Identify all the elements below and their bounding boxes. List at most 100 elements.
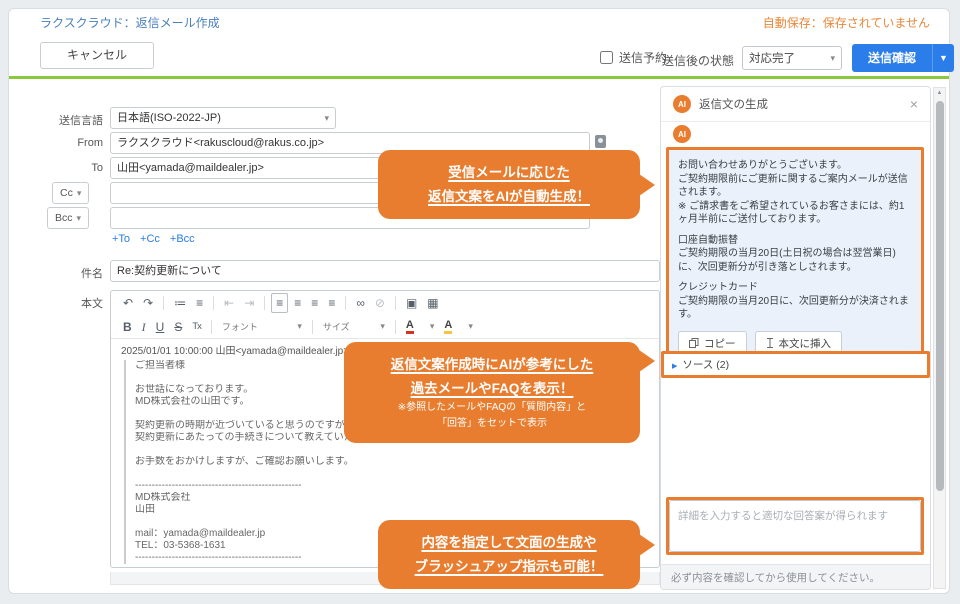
callout-note-line: ※参照したメールやFAQの「質問内容」と [352, 400, 632, 416]
outdent-icon[interactable]: ⇤ [220, 294, 238, 312]
caret-down-icon [324, 108, 329, 128]
scroll-up-icon[interactable]: ▲ [934, 90, 945, 96]
ai-reply-message: お問い合わせありがとうございます。ご契約期限前にご更新に関するご案内メールが送信… [669, 150, 921, 364]
send-confirm-split-button[interactable]: 送信確認 ▼ [852, 44, 954, 72]
callout-line: 返信文案をAIが自動生成！ [386, 185, 632, 209]
status-after-send-label: 送信後の状態 [662, 52, 734, 69]
language-label: 送信言語 [39, 112, 103, 128]
from-label: From [39, 137, 103, 149]
ai-prompt-input[interactable] [669, 500, 921, 552]
background-color-button[interactable]: A [440, 320, 476, 334]
ai-reply-text: お問い合わせありがとうございます。ご契約期限前にご更新に関するご案内メールが送信… [678, 159, 912, 322]
bold-button[interactable]: B [119, 318, 136, 336]
close-icon[interactable] [910, 97, 918, 111]
clear-format-button[interactable]: Tx [188, 318, 205, 336]
callout-pointer [639, 534, 655, 556]
ai-reply-line [678, 274, 912, 281]
language-value: 日本語(ISO-2022-JP) [117, 108, 221, 128]
cancel-button[interactable]: キャンセル [40, 42, 154, 69]
scrollbar[interactable]: ▲ [933, 87, 946, 589]
indent-icon[interactable]: ⇥ [240, 294, 258, 312]
caret-down-icon [77, 212, 82, 224]
callout-line: 受信メールに応じた [386, 161, 632, 185]
font-size-select[interactable]: サイズ [319, 320, 389, 333]
callout-text: 受信メールに応じた返信文案をAIが自動生成！ [386, 161, 632, 208]
ai-reply-line: 口座自動振替 [678, 234, 912, 248]
ordered-list-icon[interactable]: ≔ [170, 294, 190, 312]
callout-line: ブラッシュアップ指示も可能！ [386, 555, 632, 579]
toolbar-icon[interactable] [395, 296, 396, 310]
strike-button[interactable]: S [170, 318, 186, 336]
callout-auto-generate: 受信メールに応じた返信文案をAIが自動生成！ [378, 150, 640, 219]
ai-panel-title: 返信文の生成 [699, 96, 768, 112]
quoted-line: ----------------------------------------… [135, 480, 649, 492]
compose-window: ラクスクラウド：返信メール作成 自動保存：保存されていません キャンセル 送信予… [0, 0, 960, 604]
unlink-icon[interactable]: ⊘ [371, 294, 389, 312]
image-icon[interactable]: ▣ [402, 294, 421, 312]
text-color-button[interactable]: A [402, 320, 438, 334]
callout-pointer [639, 174, 655, 196]
justify-icon[interactable]: ≡ [324, 294, 339, 312]
link-icon[interactable]: ∞ [352, 294, 369, 312]
italic-button[interactable]: I [138, 318, 150, 336]
ai-badge-icon: AI [673, 95, 691, 113]
sources-toggle[interactable]: ソース (2) [664, 354, 927, 375]
redo-icon[interactable]: ↷ [139, 294, 157, 312]
media-icon[interactable]: ▦ [423, 294, 442, 312]
schedule-send-option[interactable]: 送信予約 [600, 49, 667, 66]
quoted-line: お手数をおかけしますが、ご確認お願いします。 [135, 456, 649, 468]
status-after-send-select[interactable]: 対応完了 [742, 46, 842, 70]
status-selected-value: 対応完了 [749, 50, 795, 66]
callout-text: 返信文案作成時にAIが参考にした過去メールやFAQを表示！ [352, 353, 632, 400]
align-right-icon[interactable]: ≡ [307, 294, 322, 312]
ai-reply-line: ご契約期限前にご更新に関するご案内メールが送信されます。 [678, 173, 912, 200]
caret-down-icon [468, 321, 473, 332]
callout-pointer [639, 350, 655, 372]
ai-reply-panel: AI 返信文の生成 AI お問い合わせありがとうございます。ご契約期限前にご更新… [660, 86, 931, 590]
bullet-list-icon[interactable]: ≡ [192, 294, 207, 312]
undo-icon[interactable]: ↶ [119, 294, 137, 312]
bcc-dropdown-button[interactable]: Bcc [47, 207, 89, 229]
prompt-highlight [666, 497, 924, 555]
add-recipient-link[interactable]: +Cc [140, 233, 160, 245]
caret-down-icon [77, 187, 82, 199]
font-family-select[interactable]: フォント [218, 320, 306, 333]
autosave-status: 自動保存：保存されていません [763, 14, 930, 31]
quoted-line: MD株式会社 [135, 492, 649, 504]
schedule-checkbox[interactable] [600, 51, 613, 64]
underline-button[interactable]: U [152, 318, 169, 336]
divider [9, 76, 949, 79]
add-recipient-link[interactable]: +Bcc [170, 233, 195, 245]
toolbar-icon[interactable] [163, 296, 164, 310]
subject-field[interactable]: Re:契約更新について [110, 260, 660, 282]
quoted-line [135, 444, 649, 456]
toolbar-icon[interactable] [213, 296, 214, 310]
callout-sources: 返信文案作成時にAIが参考にした過去メールやFAQを表示！ ※参照したメールやF… [344, 342, 640, 443]
insert-cursor-icon [766, 338, 774, 348]
send-options-caret-button[interactable]: ▼ [932, 44, 954, 72]
address-book-icon[interactable] [595, 135, 606, 148]
align-left-icon[interactable]: ≡ [271, 293, 288, 313]
text-color-icon: A [406, 320, 414, 334]
cc-dropdown-button[interactable]: Cc [52, 182, 89, 204]
ai-reply-line: ご契約期限の当月20日に、次回更新分が決済されます。 [678, 295, 912, 322]
language-select[interactable]: 日本語(ISO-2022-JP) [110, 107, 336, 129]
callout-text: 内容を指定して文面の生成やブラッシュアップ指示も可能！ [386, 531, 632, 578]
callout-line: 内容を指定して文面の生成や [386, 531, 632, 555]
ai-reply-line: ご契約期限の当月20日(土日祝の場合は翌営業日)に、次回更新分が引き落としされま… [678, 247, 912, 274]
ai-message-avatar: AI [673, 125, 691, 143]
scrollbar-thumb[interactable] [936, 101, 944, 491]
align-center-icon[interactable]: ≡ [290, 294, 305, 312]
toolbar-icon[interactable] [345, 296, 346, 310]
callout-prompt: 内容を指定して文面の生成やブラッシュアップ指示も可能！ [378, 520, 640, 589]
font-size-label: サイズ [323, 320, 350, 333]
send-confirm-button[interactable]: 送信確認 [852, 44, 932, 72]
schedule-label: 送信予約 [619, 49, 667, 66]
caret-down-icon [380, 321, 385, 332]
ai-panel-footer-note: 必ず内容を確認してから使用してください。 [661, 564, 930, 589]
toolbar-icon[interactable] [264, 296, 265, 310]
format-buttons: BIUSTx [119, 318, 205, 336]
add-recipient-link[interactable]: +To [112, 233, 130, 245]
ai-reply-line: クレジットカード [678, 281, 912, 295]
font-family-label: フォント [222, 320, 258, 333]
